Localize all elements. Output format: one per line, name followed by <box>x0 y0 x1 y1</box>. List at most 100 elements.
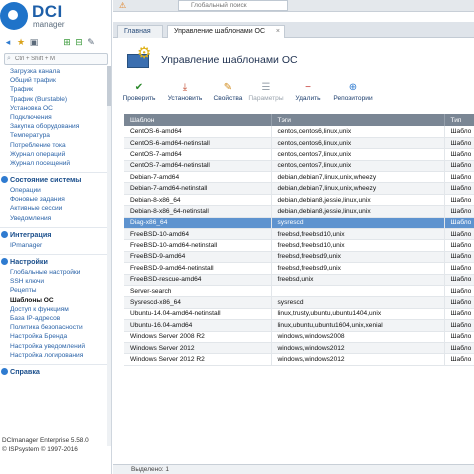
section-icon <box>1 230 8 238</box>
cell-tags: freebsd,freebsd10,unix <box>271 228 445 241</box>
cell-type: Шабло <box>444 239 474 252</box>
sidebar-item[interactable]: Политика безопасности <box>0 323 108 332</box>
sidebar-item[interactable]: Закупка оборудования <box>0 122 108 131</box>
sidebar-item[interactable]: База IP-адресов <box>0 314 108 323</box>
cell-template: CentOS-7-amd64 <box>124 148 272 161</box>
global-search-input[interactable] <box>179 1 279 10</box>
notification-icon[interactable]: ⚠ <box>119 1 126 10</box>
sidebar-item[interactable]: Трафик <box>0 85 108 94</box>
cell-tags: linux,trusty,ubuntu,ubuntu1404,unix <box>271 308 445 321</box>
sidebar-section-header[interactable]: Интеграция <box>0 226 108 241</box>
main-content: ⚙ Управление шаблонами ОС ✔ Проверить ⤓ … <box>113 38 474 474</box>
sidebar-item[interactable]: Журнал посещений <box>0 159 108 168</box>
tab-os-templates[interactable]: Управление шаблонами ОС × <box>167 25 285 38</box>
table-row[interactable]: Ubuntu-14.04-amd64-netinstall linux,trust… <box>124 308 474 321</box>
table-row[interactable]: CentOS-6-amd64-netinstall centos,centos6,… <box>124 137 474 150</box>
sidebar-item[interactable]: Активные сессии <box>0 204 108 213</box>
status-bar: Выделено: 1 <box>113 464 474 474</box>
table-row[interactable]: Diag-x86_64 sysrescd Шабло <box>124 217 474 230</box>
column-header-tags[interactable]: Тэги <box>271 114 445 126</box>
logo[interactable]: DCI manager <box>0 0 111 34</box>
sidebar-item[interactable]: Журнал операций <box>0 150 108 159</box>
table-row[interactable]: FreeBSD-9-amd64 freebsd,freebsd9,unix Шабл… <box>124 251 474 264</box>
cell-tags: freebsd,freebsd10,unix <box>271 239 445 252</box>
table-row[interactable]: CentOS-7-amd64 centos,centos7,linux,unix Ш… <box>124 148 474 161</box>
sidebar-item[interactable]: Настройка уведомлений <box>0 342 108 351</box>
table-row[interactable]: Ubuntu-16.04-amd64 linux,ubuntu,ubuntu160… <box>124 319 474 332</box>
table-row[interactable]: FreeBSD-10-amd64-netinstall freebsd,freeb… <box>124 239 474 252</box>
cell-tags: freebsd,freebsd9,unix <box>271 251 445 264</box>
check-button[interactable]: ✔ Проверить <box>121 82 157 108</box>
repositories-button[interactable]: ⊕ Репозитории <box>331 82 375 108</box>
close-icon[interactable]: × <box>276 26 280 38</box>
cell-template: FreeBSD-10-amd64-netinstall <box>124 239 272 252</box>
sidebar-item[interactable]: Доступ к функциям <box>0 305 108 314</box>
install-button-label: Установить <box>167 95 203 102</box>
table-row[interactable]: CentOS-7-amd64-netinstall centos,centos7,… <box>124 160 474 173</box>
table-row[interactable]: Sysrescd-x86_64 sysrescd Шабло <box>124 296 474 309</box>
os-template-icon: ⚙ <box>125 46 153 72</box>
sidebar-item[interactable]: Глобальные настройки <box>0 268 108 277</box>
sidebar-item[interactable]: Рецепты <box>0 286 108 295</box>
table-row[interactable]: Debian-8-x86_64 debian,debian8,jessie,lin… <box>124 194 474 207</box>
table-row[interactable]: CentOS-6-amd64 centos,centos6,linux,unix Ш… <box>124 126 474 138</box>
delete-button[interactable]: − Удалить <box>293 82 323 108</box>
camera-icon[interactable]: ▣ <box>29 37 39 47</box>
cell-tags: sysrescd <box>271 217 445 230</box>
table-row[interactable]: Server-search Шабло <box>124 285 474 298</box>
global-search[interactable] <box>178 0 288 11</box>
tab-home[interactable]: Главная <box>117 25 163 38</box>
cell-template: CentOS-6-amd64 <box>124 126 272 138</box>
sidebar-item[interactable]: Потребление тока <box>0 141 108 150</box>
sidebar-item[interactable]: Настройка Бренда <box>0 332 108 341</box>
sidebar-item[interactable]: Общий трафик <box>0 76 108 85</box>
sidebar-menu: Загрузка канала Общий трафик Трафик Трафик … <box>0 67 108 378</box>
pin-icon[interactable]: ✎ <box>86 37 96 47</box>
cell-tags: freebsd,freebsd9,unix <box>271 262 445 275</box>
sidebar-search[interactable]: ⌕ <box>4 53 108 65</box>
sidebar-item[interactable]: Температура <box>0 131 108 140</box>
sidebar-section-header[interactable]: Настройки <box>0 254 108 268</box>
delete-icon: − <box>305 82 311 93</box>
table-row[interactable]: FreeBSD-9-amd64-netinstall freebsd,freebs… <box>124 262 474 275</box>
sidebar-item[interactable]: Фоновые задания <box>0 195 108 204</box>
table-row[interactable]: FreeBSD-10-amd64 freebsd,freebsd10,unix Ша… <box>124 228 474 241</box>
cell-type: Шабло <box>444 262 474 275</box>
params-button[interactable]: ☰ Параметры <box>247 82 285 108</box>
sidebar-item[interactable]: Установка ОС <box>0 104 108 113</box>
column-header-type[interactable]: Тип <box>444 114 474 126</box>
sidebar-item[interactable]: Подключения <box>0 113 108 122</box>
sidebar-item[interactable]: Шаблоны ОС <box>0 296 108 305</box>
arrow-icon[interactable]: ◂ <box>3 37 13 47</box>
table-row[interactable]: Debian-8-x86_64-netinstall debian,debian8… <box>124 205 474 218</box>
sidebar-item[interactable]: Трафик (Burstable) <box>0 95 108 104</box>
table-row[interactable]: Debian-7-amd64 debian,debian7,linux,unix,… <box>124 171 474 184</box>
table-row[interactable]: Debian-7-amd64-netinstall debian,debian7,… <box>124 182 474 195</box>
table-row[interactable]: Windows Server 2012 R2 windows,windows201… <box>124 353 474 366</box>
sidebar-search-input[interactable] <box>5 54 95 64</box>
sidebar-item[interactable]: IPmanager <box>0 241 108 250</box>
table-row[interactable]: Windows Server 2012 windows,windows2012 Ша… <box>124 342 474 355</box>
sidebar-scrollbar[interactable] <box>107 66 111 446</box>
sidebar-item[interactable]: Операции <box>0 186 108 195</box>
cell-type: Шабло <box>444 319 474 332</box>
table-row[interactable]: FreeBSD-rescue-amd64 freebsd,unix Шабло <box>124 274 474 286</box>
sidebar-section-title: Справка <box>10 366 40 376</box>
sidebar-section-header[interactable]: Справка <box>0 363 108 378</box>
collapse-icon[interactable]: ⊟ <box>74 37 84 47</box>
sidebar-item[interactable]: SSH ключи <box>0 277 108 286</box>
expand-icon[interactable]: ⊞ <box>62 37 72 47</box>
sidebar-section-header[interactable]: Состояние системы <box>0 172 108 186</box>
cell-template: Ubuntu-16.04-amd64 <box>124 319 272 332</box>
sidebar-item[interactable]: Уведомления <box>0 214 108 223</box>
table-row[interactable]: Windows Server 2008 R2 windows,windows200… <box>124 331 474 343</box>
cell-type: Шабло <box>444 308 474 321</box>
star-icon[interactable]: ★ <box>16 37 26 47</box>
table-header: Шаблон Тэги Тип <box>124 114 474 126</box>
sidebar-item[interactable]: Настройка логирования <box>0 351 108 360</box>
install-button[interactable]: ⤓ Установить <box>165 82 205 108</box>
scrollbar-thumb[interactable] <box>107 66 111 106</box>
column-header-template[interactable]: Шаблон <box>124 114 272 126</box>
sidebar-item[interactable]: Загрузка канала <box>0 67 108 76</box>
properties-button[interactable]: ✎ Свойства <box>211 82 245 108</box>
